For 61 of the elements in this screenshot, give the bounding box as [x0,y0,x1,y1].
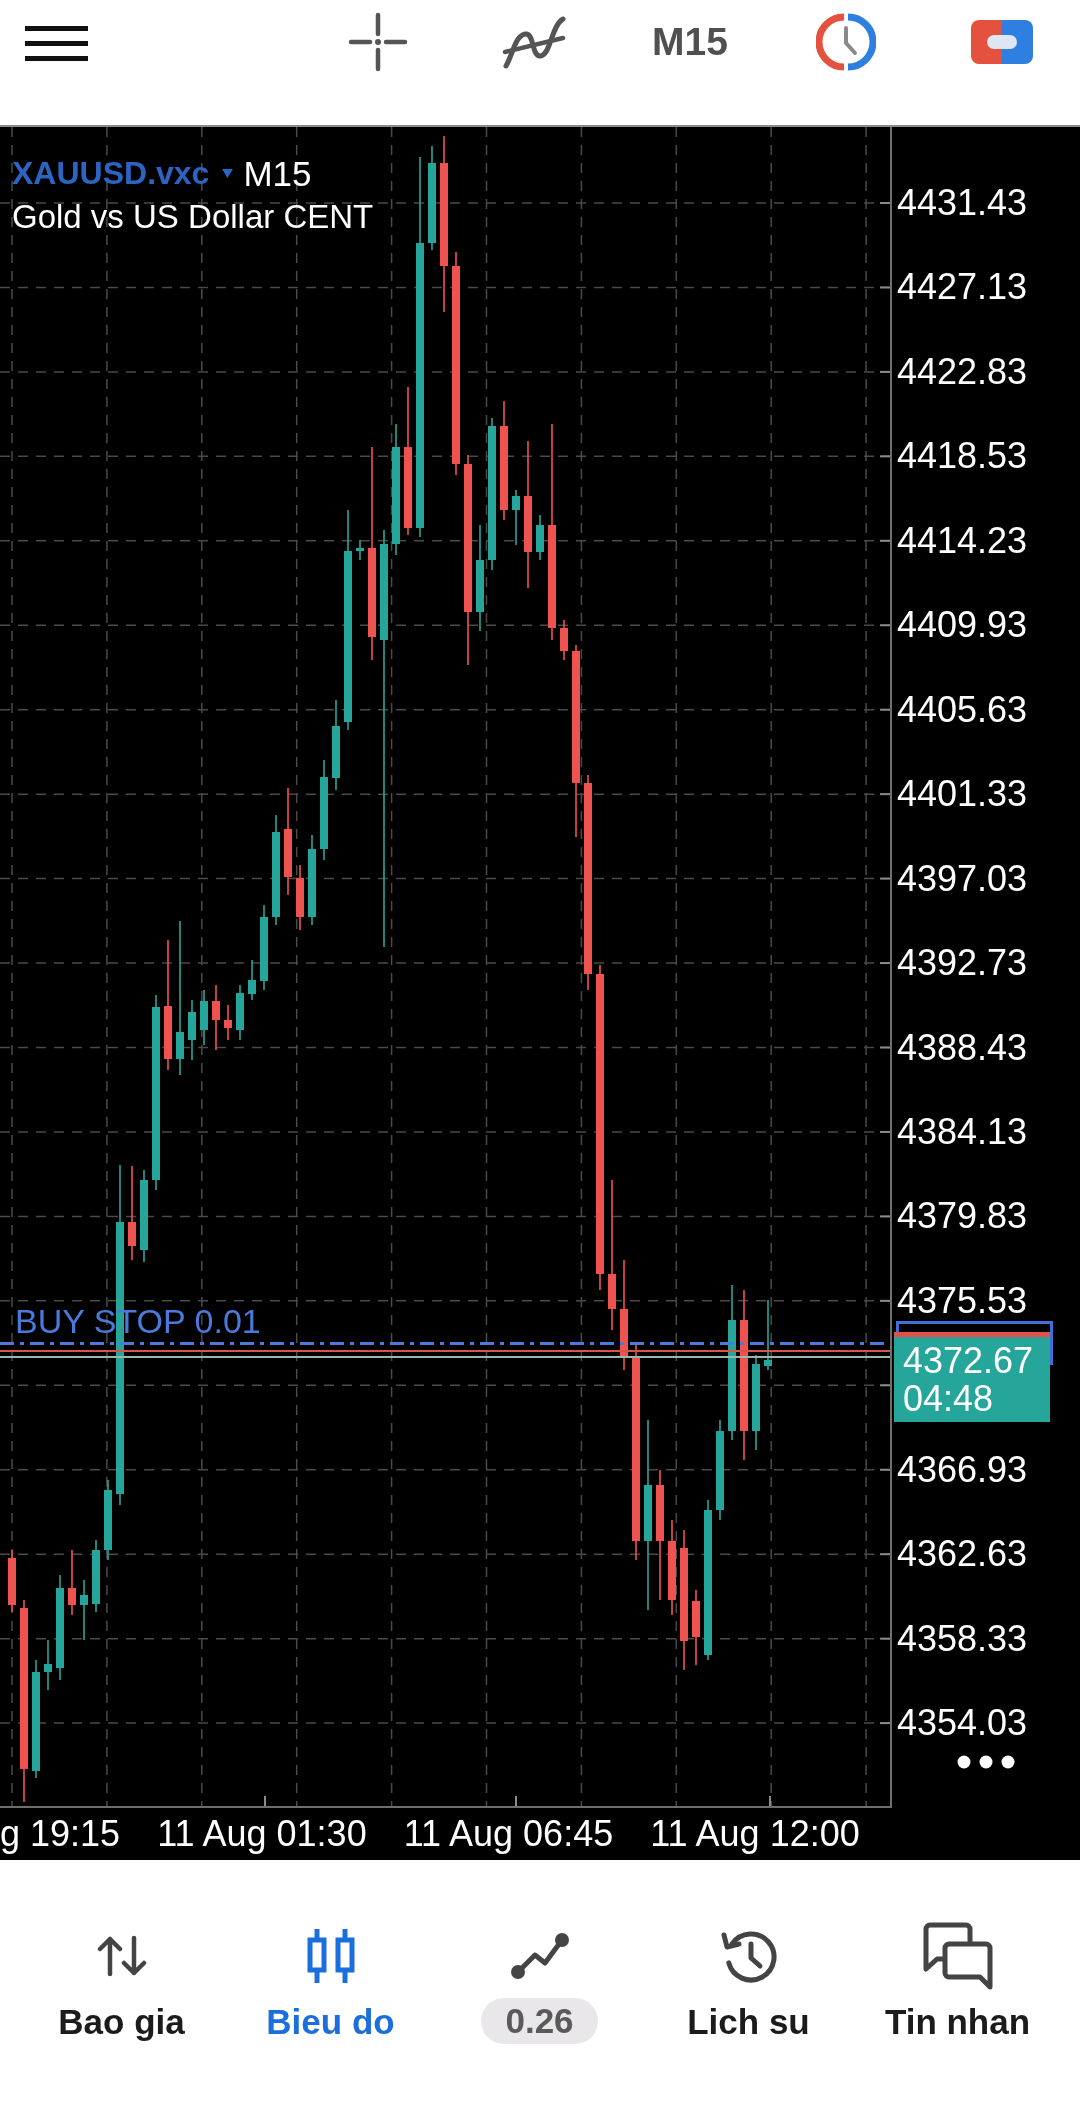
time-axis-label: 11 Aug 06:45 [403,1812,614,1856]
bullish-candle [236,985,244,1040]
value-badge: 0.26 [481,1998,598,2044]
bullish-candle [356,540,364,560]
chat-icon [921,1922,994,1990]
price-axis-label: 4379.83 [897,1195,1028,1238]
nav-tab[interactable]: Lich su [644,1918,853,2046]
price-axis-label: 4418.53 [897,435,1028,478]
symbol-description: Gold vs US Dollar CENT [12,197,374,237]
bullish-candle [764,1300,772,1370]
nav-tab[interactable]: Bao gia [17,1918,226,2046]
clock-icon[interactable] [816,13,876,71]
price-axis-label: 4414.23 [897,519,1028,562]
bullish-candle [92,1540,100,1612]
nav-tab[interactable]: 0.26 [435,1918,644,2048]
bearish-candle [68,1550,76,1615]
bullish-candle [200,990,208,1045]
price-axis-label: 4388.43 [897,1026,1028,1069]
toggle-icon[interactable] [971,20,1033,64]
price-axis-label: 4431.43 [897,182,1028,224]
crosshair-icon[interactable] [348,12,408,72]
price-axis-label: 4384.13 [897,1110,1028,1153]
nav-tab[interactable]: Tin nhan [853,1918,1062,2046]
time-axis-label: 11 Aug 01:30 [157,1812,367,1856]
bearish-candle [224,1005,232,1040]
bullish-candle [44,1640,52,1690]
wave-icon[interactable] [501,14,567,70]
more-icon[interactable] [957,1755,1015,1769]
time-axis-label: g 19:15 [0,1812,121,1856]
time-axis-label: 11 Aug 12:00 [650,1812,860,1856]
timeframe-button[interactable]: M15 [652,19,728,65]
price-axis-label: 4354.03 [897,1702,1028,1745]
nav-tab[interactable]: Bieu do [226,1918,435,2046]
bearish-candle [560,620,568,660]
price-axis-label: 4427.13 [897,266,1028,309]
bearish-candle [212,985,220,1050]
price-axis-label: 4422.83 [897,350,1028,393]
bullish-candle [188,1000,196,1060]
line-chart-icon [508,1931,571,1981]
up-down-arrows-icon [96,1934,147,1978]
current-price: 4372.67 [903,1342,1034,1380]
price-axis-label: 4405.63 [897,688,1028,731]
price-axis-label: 4392.73 [897,942,1028,985]
bearish-candle [296,865,304,930]
price-axis-label: 4362.63 [897,1533,1028,1576]
bearish-candle [8,1550,16,1612]
chart-period: M15 [243,153,312,195]
bullish-candle [512,490,520,545]
bullish-candle [536,515,544,560]
price-axis-label: 4401.33 [897,773,1028,816]
caret-icon [222,169,234,178]
price-axis-label: 4366.93 [897,1448,1028,1491]
bullish-candle [248,960,256,1000]
price-axis-label: 4358.33 [897,1617,1028,1660]
symbol-name: XAUUSD.vxc [12,154,210,193]
price-axis-label: 4375.53 [897,1279,1028,1322]
price-axis-label: 4409.93 [897,604,1028,647]
menu-icon[interactable] [25,26,88,61]
bullish-candle [80,1580,88,1640]
countdown-timer: 04:48 [903,1380,994,1418]
price-axis-label: 4397.03 [897,857,1028,900]
